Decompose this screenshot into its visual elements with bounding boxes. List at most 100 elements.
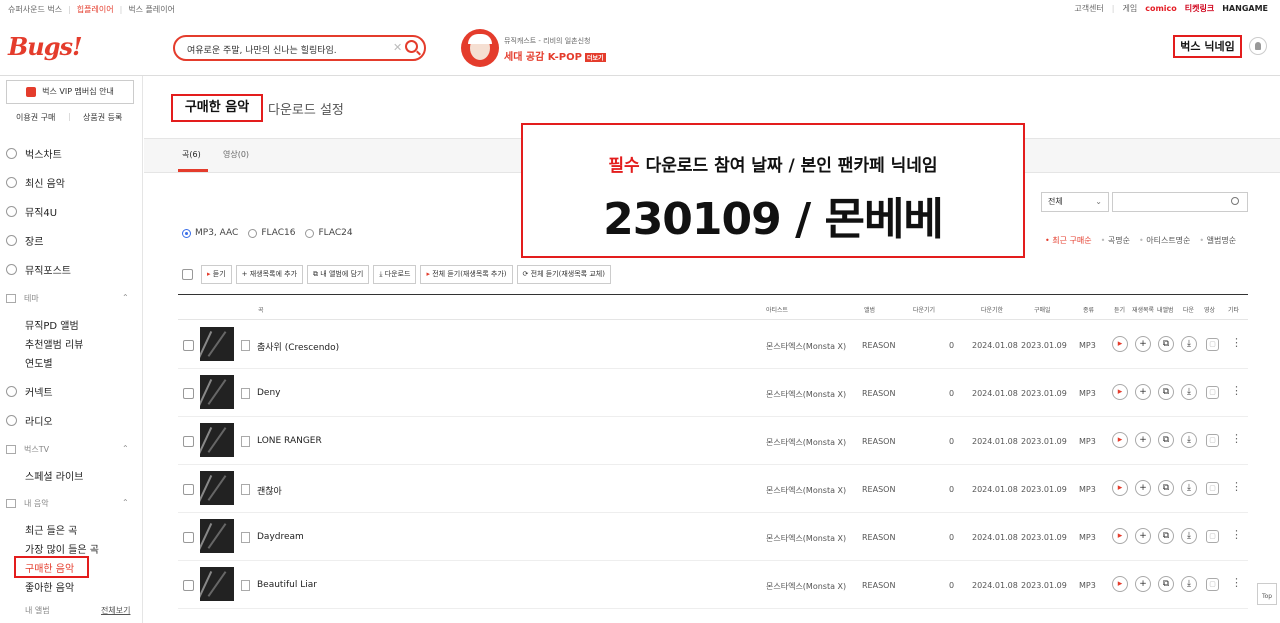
tab-download-settings[interactable]: 다운로드 설정 <box>268 99 344 118</box>
view-all-link[interactable]: 전체보기 <box>101 605 130 616</box>
row-checkbox[interactable] <box>183 580 194 591</box>
lyrics-icon[interactable] <box>241 340 250 351</box>
sidebar-item-album-review[interactable]: 추천앨범 리뷰 <box>25 336 83 351</box>
search-input[interactable]: 여유로운 주말, 나만의 신나는 힐링타임. <box>187 43 337 56</box>
play-icon[interactable]: ▸ <box>1112 576 1128 592</box>
album-art[interactable] <box>200 519 234 553</box>
filter-input[interactable] <box>1112 192 1248 212</box>
add-to-my-album-button[interactable]: ⧉ 내 앨범에 담기 <box>307 265 370 284</box>
download-icon[interactable]: ⤓ <box>1181 480 1197 496</box>
more-icon[interactable]: ⋮ <box>1231 528 1242 541</box>
game-menu[interactable]: 게임 <box>1122 3 1137 14</box>
sort-artist[interactable]: 아티스트명순 <box>1139 235 1190 246</box>
chevron-up-icon[interactable]: ⌃ <box>122 293 129 302</box>
promo-title[interactable]: 세대 공감 K-POP 더보기 <box>504 48 606 63</box>
clear-icon[interactable]: ✕ <box>393 41 402 54</box>
row-checkbox[interactable] <box>183 388 194 399</box>
buy-pass-link[interactable]: 이용권 구매 <box>16 112 55 123</box>
play-icon[interactable]: ▸ <box>1112 384 1128 400</box>
hipplayer-link[interactable]: 힙플레이어 <box>77 4 114 15</box>
download-icon[interactable]: ⤓ <box>1181 432 1197 448</box>
lyrics-icon[interactable] <box>241 532 250 543</box>
row-checkbox[interactable] <box>183 340 194 351</box>
subtab-videos[interactable]: 영상(0) <box>223 149 249 160</box>
play-all-replace-button[interactable]: ⟳ 전체 듣기(재생목록 교체) <box>516 265 611 284</box>
more-icon[interactable]: ⋮ <box>1231 336 1242 349</box>
download-icon[interactable]: ⤓ <box>1181 576 1197 592</box>
theme-header[interactable]: 테마 <box>6 293 39 304</box>
artist-name[interactable]: 몬스타엑스(Monsta X) <box>766 533 846 544</box>
artist-name[interactable]: 몬스타엑스(Monsta X) <box>766 485 846 496</box>
lyrics-icon[interactable] <box>241 580 250 591</box>
song-title[interactable]: Daydream <box>257 532 304 542</box>
album-name[interactable]: REASON <box>862 341 895 350</box>
lyrics-icon[interactable] <box>241 436 250 447</box>
sidebar-item-chart[interactable]: 벅스차트 <box>6 146 62 161</box>
sidebar-item-musicpd[interactable]: 뮤직PD 앨범 <box>25 317 79 332</box>
add-to-playlist-button[interactable]: + 재생목록에 추가 <box>235 265 304 284</box>
album-name[interactable]: REASON <box>862 581 895 590</box>
add-album-icon[interactable]: ⧉ <box>1158 480 1174 496</box>
artist-name[interactable]: 몬스타엑스(Monsta X) <box>766 341 846 352</box>
album-name[interactable]: REASON <box>862 437 895 446</box>
chevron-up-icon[interactable]: ⌃ <box>122 498 129 507</box>
search-icon[interactable] <box>405 40 418 53</box>
sidebar-item-liked[interactable]: 좋아한 음악 <box>25 579 74 594</box>
sidebar-item-connect[interactable]: 커넥트 <box>6 384 53 399</box>
more-icon[interactable]: ⋮ <box>1231 480 1242 493</box>
promo-avatar[interactable] <box>461 29 499 67</box>
hangame-link[interactable]: HANGAME <box>1222 4 1268 13</box>
more-icon[interactable]: ⋮ <box>1231 576 1242 589</box>
add-album-icon[interactable]: ⧉ <box>1158 336 1174 352</box>
album-name[interactable]: REASON <box>862 389 895 398</box>
lyrics-icon[interactable] <box>241 484 250 495</box>
album-art[interactable] <box>200 375 234 409</box>
select-all-checkbox[interactable] <box>182 269 193 280</box>
sidebar-item-recent[interactable]: 최근 들은 곡 <box>25 522 77 537</box>
sidebar-item-genre[interactable]: 장르 <box>6 233 43 248</box>
add-icon[interactable]: + <box>1135 384 1151 400</box>
album-name[interactable]: REASON <box>862 533 895 542</box>
sort-recent[interactable]: 최근 구매순 <box>1045 235 1091 246</box>
subtab-songs[interactable]: 곡(6) <box>182 149 201 160</box>
add-album-icon[interactable]: ⧉ <box>1158 384 1174 400</box>
ticketlink-link[interactable]: 티켓링크 <box>1185 3 1214 14</box>
add-icon[interactable]: + <box>1135 480 1151 496</box>
artist-name[interactable]: 몬스타엑스(Monsta X) <box>766 389 846 400</box>
user-nickname[interactable]: 벅스 닉네임 <box>1173 35 1242 58</box>
customer-center-link[interactable]: 고객센터 <box>1074 3 1103 14</box>
tab-purchased-music[interactable]: 구매한 음악 <box>171 94 263 122</box>
add-album-icon[interactable]: ⧉ <box>1158 432 1174 448</box>
sidebar-item-musicpost[interactable]: 뮤직포스트 <box>6 262 71 277</box>
search-box[interactable]: 여유로운 주말, 나만의 신나는 힐링타임. ✕ <box>173 35 426 61</box>
format-flac16-radio[interactable]: FLAC16 <box>248 228 295 238</box>
play-icon[interactable]: ▸ <box>1112 528 1128 544</box>
video-icon[interactable]: ▢ <box>1206 386 1219 399</box>
download-icon[interactable]: ⤓ <box>1181 384 1197 400</box>
add-icon[interactable]: + <box>1135 432 1151 448</box>
add-icon[interactable]: + <box>1135 336 1151 352</box>
row-checkbox[interactable] <box>183 484 194 495</box>
sidebar-item-by-year[interactable]: 연도별 <box>25 355 53 370</box>
album-art[interactable] <box>200 423 234 457</box>
add-album-icon[interactable]: ⧉ <box>1158 528 1174 544</box>
row-checkbox[interactable] <box>183 532 194 543</box>
play-icon[interactable]: ▸ <box>1112 336 1128 352</box>
bugs-tv-header[interactable]: 벅스TV <box>6 444 49 455</box>
bell-icon[interactable] <box>1249 37 1267 55</box>
comico-link[interactable]: comico <box>1145 4 1177 13</box>
format-flac24-radio[interactable]: FLAC24 <box>305 228 353 238</box>
search-icon[interactable] <box>1231 197 1239 205</box>
download-icon[interactable]: ⤓ <box>1181 528 1197 544</box>
video-icon[interactable]: ▢ <box>1206 482 1219 495</box>
play-all-add-button[interactable]: ▸ 전체 듣기(재생목록 추가) <box>420 265 513 284</box>
song-title[interactable]: LONE RANGER <box>257 436 322 446</box>
more-icon[interactable]: ⋮ <box>1231 432 1242 445</box>
play-icon[interactable]: ▸ <box>1112 480 1128 496</box>
album-name[interactable]: REASON <box>862 485 895 494</box>
gift-card-link[interactable]: 상품권 등록 <box>83 112 122 123</box>
artist-name[interactable]: 몬스타엑스(Monsta X) <box>766 437 846 448</box>
download-icon[interactable]: ⤓ <box>1181 336 1197 352</box>
supersound-link[interactable]: 슈퍼사운드 벅스 <box>8 4 62 15</box>
sidebar-item-special-live[interactable]: 스페셜 라이브 <box>25 468 83 483</box>
